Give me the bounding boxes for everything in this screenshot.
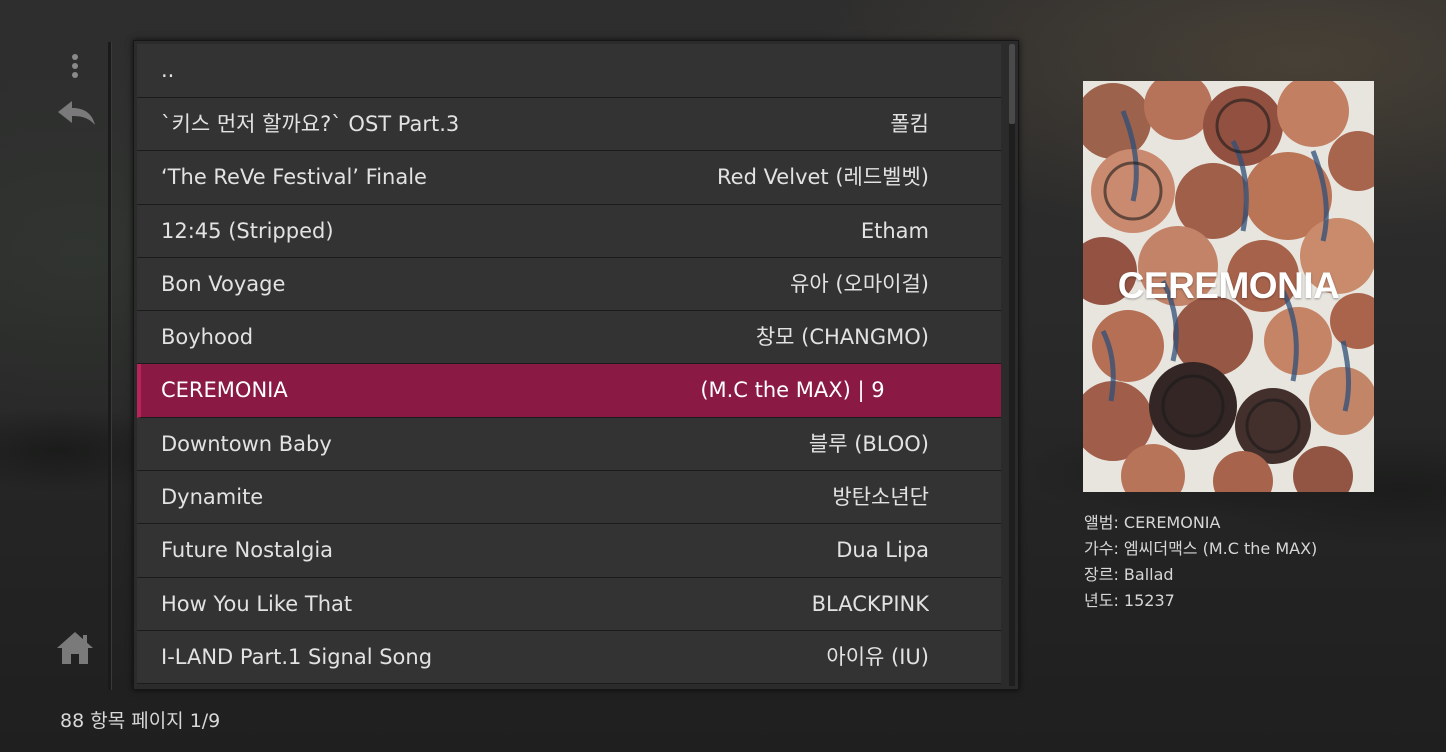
parent-folder-row[interactable]: ..: [137, 44, 1001, 98]
song-artist: 블루 (BLOO): [808, 431, 929, 456]
song-artist: 방탄소년단: [832, 485, 929, 510]
album-cover-title: CEREMONIA: [1117, 265, 1340, 306]
song-title: CEREMONIA: [161, 378, 288, 403]
song-artist: 폴킴: [890, 112, 929, 136]
side-rail: [0, 0, 120, 700]
list-item[interactable]: Dynamite 방탄소년단: [137, 471, 1001, 525]
song-title: Future Nostalgia: [161, 538, 334, 563]
album-details: 앨범: CEREMONIA 가수: 엠씨더맥스 (M.C the MAX) 장르…: [1084, 510, 1317, 614]
song-title: 12:45 (Stripped): [161, 218, 334, 243]
media-list: .. `키스 먼저 할까요?` OST Part.3 폴킴 ‘The ReVe …: [137, 44, 1001, 685]
year-line: 년도: 15237: [1084, 591, 1175, 610]
song-title: How You Like That: [161, 591, 353, 616]
genre-line: 장르: Ballad: [1084, 565, 1174, 584]
home-icon[interactable]: [55, 630, 95, 666]
song-title: `키스 먼저 할까요?` OST Part.3: [161, 112, 460, 136]
song-artist: 창모 (CHANGMO): [755, 325, 929, 350]
rail-divider: [108, 42, 111, 690]
artist-line: 가수: 엠씨더맥스 (M.C the MAX): [1084, 539, 1318, 558]
song-artist: Red Velvet (레드벨벳): [717, 165, 929, 190]
song-title: Bon Voyage: [161, 271, 286, 296]
album-name-line: 앨범: CEREMONIA: [1084, 513, 1221, 532]
song-artist: BLACKPINK: [811, 591, 929, 616]
parent-folder-label: ..: [161, 58, 175, 82]
list-item[interactable]: ‘The ReVe Festival’ Finale Red Velvet (레…: [137, 151, 1001, 205]
song-artist-marquee-text: 백스 (M.C the MAX) | 9: [701, 378, 885, 403]
song-title: Boyhood: [161, 325, 254, 350]
list-item[interactable]: How You Like That BLACKPINK: [137, 577, 1001, 631]
song-artist: Dua Lipa: [836, 538, 929, 563]
song-title: Downtown Baby: [161, 431, 332, 456]
list-item[interactable]: 12:45 (Stripped) Etham: [137, 204, 1001, 258]
song-title: Dynamite: [161, 485, 264, 510]
song-artist-scrolling: 백스 (M.C the MAX) | 9: [701, 364, 931, 416]
song-title: I-LAND Part.1 Signal Song: [161, 644, 433, 669]
scrollbar-thumb[interactable]: [1009, 44, 1015, 124]
list-scrollbar[interactable]: [1009, 44, 1015, 686]
song-title: ‘The ReVe Festival’ Finale: [161, 165, 427, 190]
song-artist: 유아 (오마이걸): [790, 271, 929, 296]
song-artist: Etham: [860, 218, 929, 243]
options-icon[interactable]: [70, 54, 80, 80]
item-count-page-info: 88 항목 페이지 1/9: [60, 710, 221, 732]
song-artist: 아이유 (IU): [826, 644, 929, 669]
list-item[interactable]: Downtown Baby 블루 (BLOO): [137, 417, 1001, 472]
back-arrow-icon[interactable]: [54, 98, 98, 132]
album-cover-art: CEREMONIA: [1083, 81, 1374, 492]
list-item[interactable]: Future Nostalgia Dua Lipa: [137, 524, 1001, 578]
list-item-selected[interactable]: CEREMONIA 백스 (M.C the MAX) | 9: [137, 364, 1001, 418]
list-item[interactable]: I-LAND Part.1 Signal Song 아이유 (IU): [137, 630, 1001, 685]
media-list-panel: .. `키스 먼저 할까요?` OST Part.3 폴킴 ‘The ReVe …: [133, 40, 1019, 690]
list-item[interactable]: Bon Voyage 유아 (오마이걸): [137, 257, 1001, 312]
list-item[interactable]: Boyhood 창모 (CHANGMO): [137, 311, 1001, 365]
list-item[interactable]: `키스 먼저 할까요?` OST Part.3 폴킴: [137, 98, 1001, 152]
